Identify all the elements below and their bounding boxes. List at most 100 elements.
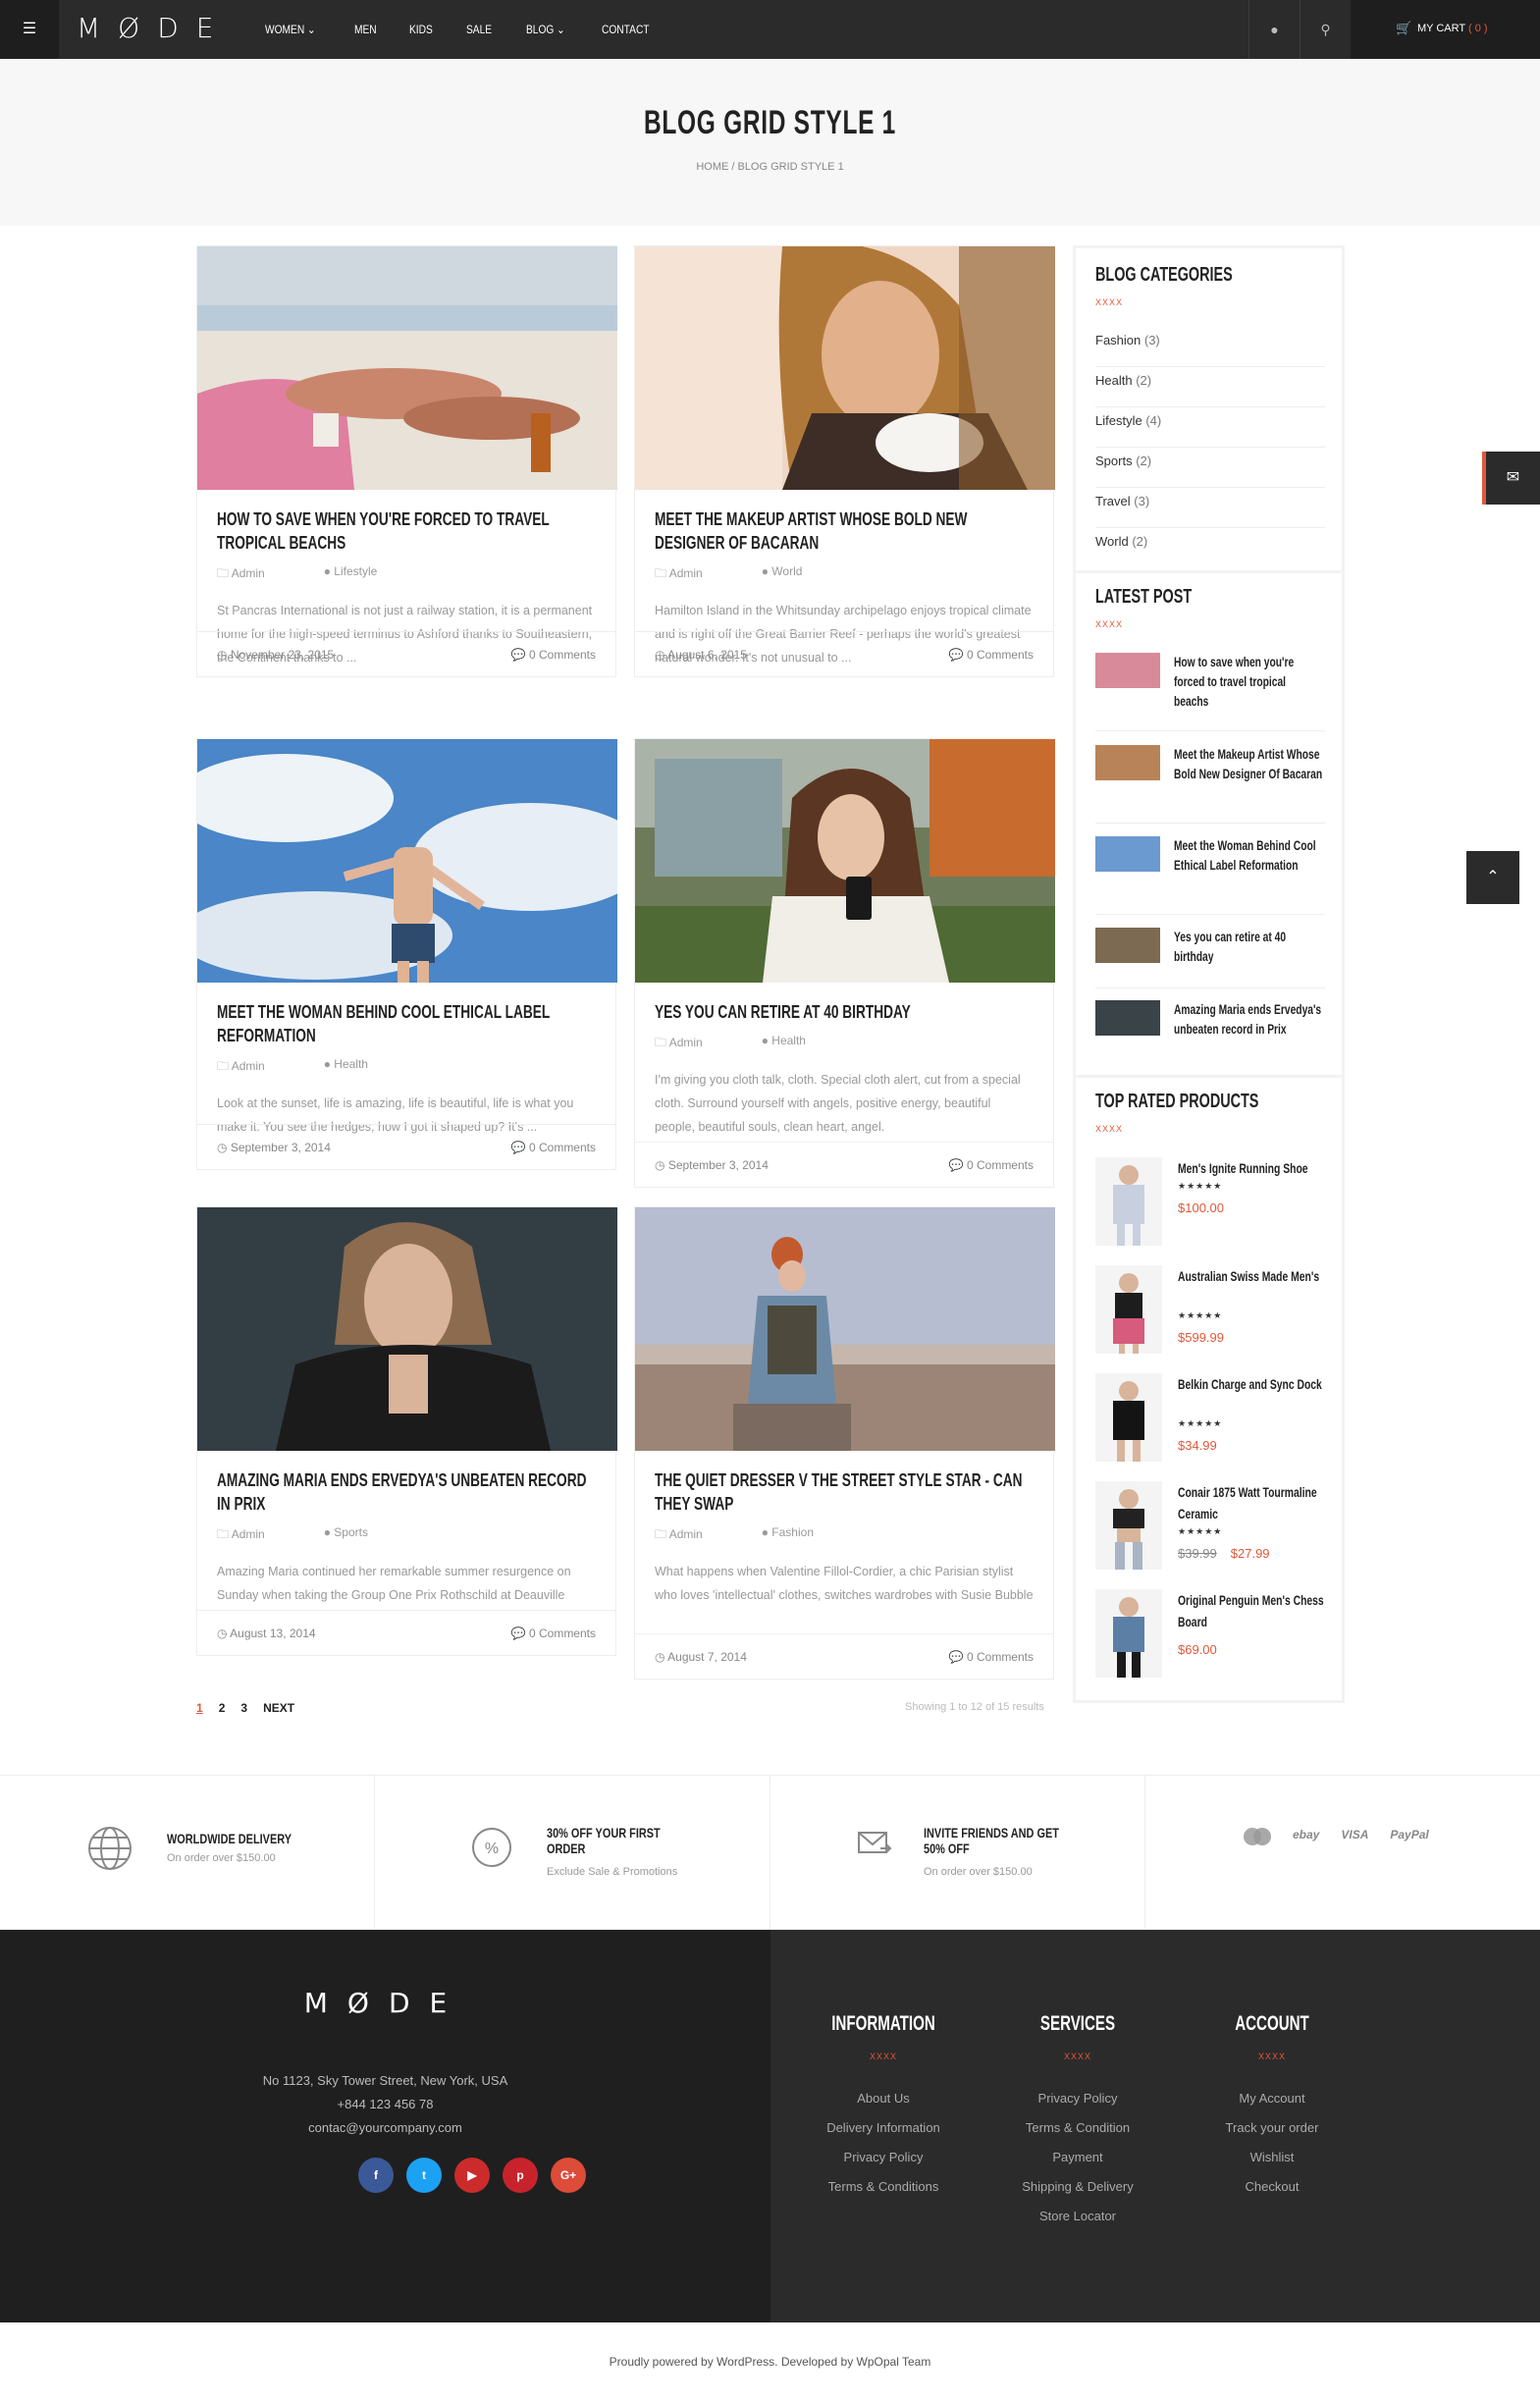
category-fashion[interactable]: Fashion (3) (1095, 327, 1325, 367)
footer-link[interactable]: Privacy Policy (984, 2091, 1171, 2106)
menu-icon[interactable]: ☰ (0, 0, 59, 59)
post-category[interactable]: ● Lifestyle (324, 564, 407, 585)
post-category[interactable]: ● Sports (324, 1525, 398, 1546)
latest-post-title[interactable]: Meet the Makeup Artist Whose Bold New De… (1174, 745, 1323, 784)
latest-post-title[interactable]: Amazing Maria ends Ervedya's unbeaten re… (1174, 1000, 1323, 1040)
nav-sale[interactable]: SALE (466, 0, 492, 59)
twitter-icon[interactable]: t (406, 2158, 442, 2193)
post-image-coffee[interactable] (635, 246, 1055, 490)
post-category[interactable]: ● Health (324, 1057, 398, 1078)
post-comments[interactable]: 💬 0 Comments (511, 632, 596, 677)
post-category[interactable]: ● World (762, 564, 832, 585)
googleplus-icon[interactable]: G+ (551, 2158, 586, 2193)
footer-link[interactable]: Terms & Conditions (790, 2179, 977, 2194)
product-name[interactable]: Men's Ignite Running Shoe (1178, 1157, 1330, 1179)
latest-post-item[interactable]: Amazing Maria ends Ervedya's unbeaten re… (1095, 1000, 1325, 1069)
post-title[interactable]: HOW TO SAVE WHEN YOU'RE FORCED TO TRAVEL… (217, 507, 598, 555)
post-comments[interactable]: 💬 0 Comments (949, 632, 1034, 677)
post-author[interactable]: 🗀 Admin (655, 1034, 732, 1054)
nav-blog[interactable]: BLOG ⌄ (526, 0, 565, 59)
post-category[interactable]: ● Fashion (762, 1525, 843, 1546)
facebook-icon[interactable]: f (358, 2158, 394, 2193)
post-title[interactable]: MEET THE WOMAN BEHIND COOL ETHICAL LABEL… (217, 1000, 598, 1047)
nav-men[interactable]: MEN (354, 0, 377, 59)
category-sports[interactable]: Sports (2) (1095, 448, 1325, 488)
post-author[interactable]: 🗀 Admin (655, 564, 732, 585)
category-lifestyle[interactable]: Lifestyle (4) (1095, 407, 1325, 448)
post-comments[interactable]: 💬 0 Comments (511, 1125, 596, 1170)
footer-phone: +844 123 456 78 (337, 2097, 434, 2111)
latest-post-item[interactable]: Yes you can retire at 40 birthday (1095, 928, 1325, 988)
post-author[interactable]: 🗀 Admin (655, 1525, 732, 1546)
latest-post-item[interactable]: Meet the Woman Behind Cool Ethical Label… (1095, 836, 1325, 915)
post-title[interactable]: MEET THE MAKEUP ARTIST WHOSE BOLD NEW DE… (655, 507, 1036, 555)
post-title[interactable]: THE QUIET DRESSER V THE STREET STYLE STA… (655, 1468, 1036, 1516)
product-item[interactable]: Australian Swiss Made Men's ★★★★★ $599.9… (1095, 1265, 1325, 1363)
footer-link[interactable]: My Account (1179, 2091, 1365, 2106)
nav-contact[interactable]: CONTACT (602, 0, 650, 59)
page-1[interactable]: 1 (196, 1701, 203, 1715)
footer-link[interactable]: Shipping & Delivery (984, 2179, 1171, 2194)
nav-kids[interactable]: KIDS (409, 0, 433, 59)
product-item[interactable]: Men's Ignite Running Shoe ★★★★★ $100.00 (1095, 1157, 1325, 1255)
post-comments[interactable]: 💬 0 Comments (949, 1143, 1034, 1188)
footer-email[interactable]: contac@yourcompany.com (0, 2120, 770, 2135)
breadcrumb[interactable]: HOME / BLOG GRID STYLE 1 (0, 161, 1540, 173)
footer-link[interactable]: Wishlist (1179, 2150, 1365, 2164)
footer-link[interactable]: Privacy Policy (790, 2150, 977, 2164)
footer-link[interactable]: Checkout (1179, 2179, 1365, 2194)
latest-thumb (1095, 836, 1160, 872)
category-health[interactable]: Health (2) (1095, 367, 1325, 407)
product-item[interactable]: Original Penguin Men's Chess Board $69.0… (1095, 1589, 1325, 1687)
user-icon[interactable]: ● (1248, 0, 1300, 59)
back-to-top-icon[interactable]: ⌃ (1466, 851, 1519, 904)
post-author[interactable]: 🗀 Admin (217, 1525, 294, 1546)
footer-link[interactable]: Store Locator (984, 2209, 1171, 2223)
footer-logo[interactable]: MØDE (0, 1987, 770, 2019)
post-comments[interactable]: 💬 0 Comments (511, 1611, 596, 1656)
mail-icon[interactable]: ✉ (1482, 452, 1540, 505)
post-image-city[interactable] (635, 1207, 1055, 1451)
post-title[interactable]: YES YOU CAN RETIRE AT 40 BIRTHDAY (655, 1000, 1036, 1024)
footer-link[interactable]: Terms & Condition (984, 2120, 1171, 2135)
category-travel[interactable]: Travel (3) (1095, 488, 1325, 528)
product-price: $599.99 (1178, 1330, 1224, 1345)
site-logo[interactable]: MØDE (77, 12, 231, 44)
latest-post-title[interactable]: Yes you can retire at 40 birthday (1174, 928, 1323, 967)
footer-link[interactable]: About Us (790, 2091, 977, 2106)
post-image-portrait[interactable] (197, 1207, 617, 1451)
product-item[interactable]: Conair 1875 Watt Tourmaline Ceramic ★★★★… (1095, 1481, 1325, 1579)
product-name[interactable]: Original Penguin Men's Chess Board (1178, 1589, 1330, 1632)
post-image-phone[interactable] (635, 739, 1055, 983)
pinterest-icon[interactable]: p (503, 2158, 538, 2193)
page-header: BLOG GRID STYLE 1 HOME / BLOG GRID STYLE… (0, 59, 1540, 226)
cart-button[interactable]: 🛒 MY CART ( 0 ) (1351, 0, 1540, 59)
product-name[interactable]: Belkin Charge and Sync Dock (1178, 1373, 1330, 1395)
page-3[interactable]: 3 (240, 1701, 247, 1715)
nav-women[interactable]: WOMEN ⌄ (265, 0, 316, 59)
youtube-icon[interactable]: ▶ (454, 2158, 490, 2193)
post-author[interactable]: 🗀 Admin (217, 564, 294, 585)
product-name[interactable]: Australian Swiss Made Men's (1178, 1265, 1330, 1287)
post-comments[interactable]: 💬 0 Comments (949, 1634, 1034, 1680)
post-category[interactable]: ● Health (762, 1034, 835, 1054)
page-2[interactable]: 2 (219, 1701, 226, 1715)
product-item[interactable]: Belkin Charge and Sync Dock ★★★★★ $34.99 (1095, 1373, 1325, 1471)
post-title[interactable]: AMAZING MARIA ENDS ERVEDYA'S UNBEATEN RE… (217, 1468, 598, 1516)
footer-link[interactable]: Track your order (1179, 2120, 1365, 2135)
post-date: ◷ September 3, 2014 (655, 1158, 769, 1172)
footer-link[interactable]: Payment (984, 2150, 1171, 2164)
latest-post-title[interactable]: How to save when you're forced to travel… (1174, 653, 1323, 712)
latest-post-item[interactable]: Meet the Makeup Artist Whose Bold New De… (1095, 745, 1325, 824)
footer-link[interactable]: Delivery Information (790, 2120, 977, 2135)
latest-post-title[interactable]: Meet the Woman Behind Cool Ethical Label… (1174, 836, 1323, 876)
latest-post-item[interactable]: How to save when you're forced to travel… (1095, 653, 1325, 731)
search-icon[interactable]: ⚲ (1300, 0, 1351, 59)
post-image-sky[interactable] (197, 739, 617, 983)
product-name[interactable]: Conair 1875 Watt Tourmaline Ceramic (1178, 1481, 1330, 1524)
post-image-beach[interactable] (197, 246, 617, 490)
page-next[interactable]: NEXT (263, 1701, 294, 1715)
post-author[interactable]: 🗀 Admin (217, 1057, 294, 1078)
category-world[interactable]: World (2) (1095, 528, 1325, 568)
latest-title: LATEST POST (1095, 586, 1193, 608)
